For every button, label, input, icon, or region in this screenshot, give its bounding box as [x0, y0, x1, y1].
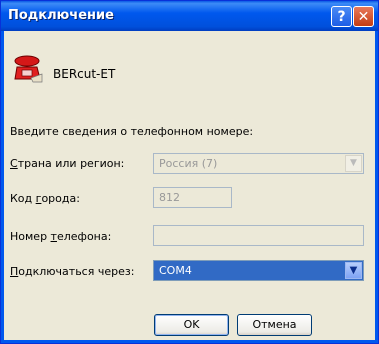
- help-button[interactable]: ?: [331, 6, 352, 27]
- connect-via-select[interactable]: COM4 ▼: [153, 260, 364, 281]
- connect-dialog: Подключение ? ✕ BERcut-ET Введите сведен…: [0, 0, 379, 344]
- connect-via-label: Подключаться через:: [10, 265, 135, 278]
- chevron-down-icon[interactable]: ▼: [345, 155, 362, 172]
- area-code-field[interactable]: 812: [153, 187, 232, 208]
- country-label: Страна или регион:: [10, 157, 125, 170]
- ok-button[interactable]: OK: [154, 314, 229, 336]
- close-button[interactable]: ✕: [353, 6, 374, 27]
- phone-icon: [14, 55, 43, 83]
- window-border-bottom: [1, 340, 378, 343]
- area-code-label: Код города:: [10, 192, 80, 205]
- phone-info-prompt: Введите сведения о телефонном номере:: [10, 125, 254, 138]
- connection-name: BERcut-ET: [53, 67, 116, 81]
- phone-number-label: Номер телефона:: [10, 230, 112, 243]
- window-border-left: [1, 31, 4, 343]
- cancel-button[interactable]: Отмена: [237, 314, 312, 336]
- title-bar[interactable]: Подключение ? ✕: [1, 1, 378, 31]
- window-border-right: [375, 31, 378, 343]
- chevron-down-icon[interactable]: ▼: [345, 262, 362, 279]
- phone-number-field[interactable]: [153, 225, 364, 246]
- window-title: Подключение: [8, 8, 114, 23]
- country-select[interactable]: Россия (7) ▼: [153, 153, 364, 174]
